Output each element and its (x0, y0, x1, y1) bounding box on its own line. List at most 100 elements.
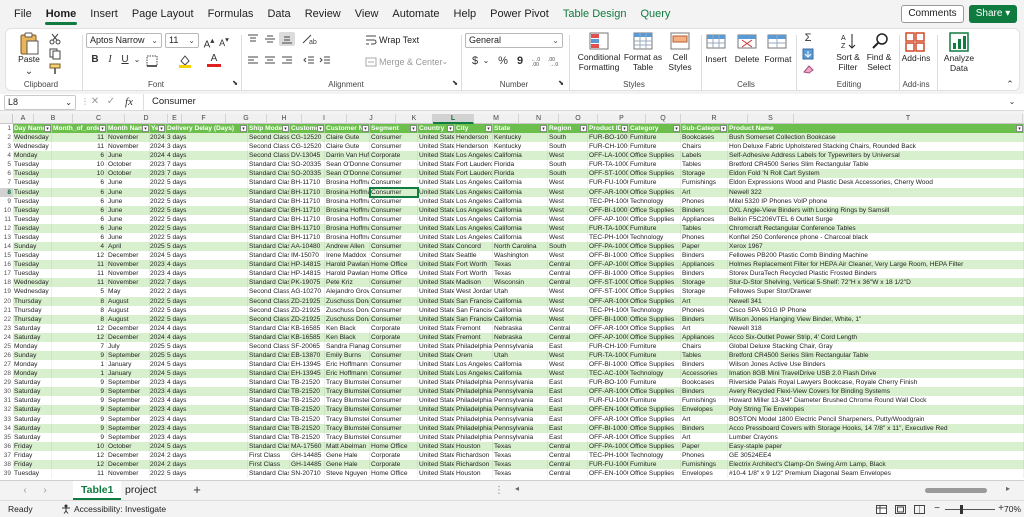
table-cell[interactable]: BH-11710 (290, 214, 325, 224)
table-cell[interactable]: CG-12520 (290, 142, 325, 152)
table-cell[interactable]: 5 days (166, 341, 248, 351)
table-cell[interactable]: TB-21520 (290, 423, 325, 433)
row-header[interactable]: 16 (0, 260, 13, 269)
table-cell[interactable]: 2023 (150, 396, 166, 406)
table-cell[interactable]: Consumer (370, 351, 418, 361)
table-cell[interactable]: 1 (52, 369, 107, 379)
table-cell[interactable]: Pennsylvania (493, 405, 548, 415)
fill-icon[interactable] (802, 48, 814, 60)
table-cell[interactable]: United States (418, 196, 455, 206)
table-cell[interactable]: Standard Class (248, 260, 290, 270)
table-cell[interactable]: Office Supplies (629, 187, 681, 197)
table-cell[interactable]: Office Supplies (629, 323, 681, 333)
table-cell[interactable]: East (548, 405, 588, 415)
align-top-icon[interactable] (247, 34, 259, 44)
table-cell[interactable]: OFF-PA-10000249 (588, 441, 629, 451)
table-cell[interactable]: September (107, 405, 150, 415)
table-cell[interactable]: Tuesday (13, 223, 52, 233)
table-cell[interactable]: 5 days (166, 369, 248, 379)
row-header[interactable]: 7 (0, 178, 13, 187)
table-cell[interactable]: 2022 (150, 223, 166, 233)
table-cell[interactable]: Darrin Van Huff (325, 151, 370, 161)
conditional-formatting-button[interactable]: Conditional Formatting (574, 52, 624, 72)
table-cell[interactable]: KB-16585 (290, 323, 325, 333)
table-cell[interactable]: FUR-FU-10003664 (588, 459, 629, 470)
table-cell[interactable]: AG-10270 (290, 287, 325, 297)
column-filter-header[interactable]: Delivery Delay (Days) (166, 124, 248, 134)
table-cell[interactable]: OFF-ST-10000760 (588, 169, 629, 179)
table-cell[interactable]: South (548, 133, 588, 143)
add-sheet-button[interactable]: + (190, 483, 204, 497)
table-cell[interactable]: Office Supplies (629, 387, 681, 397)
format-cells-icon[interactable] (767, 32, 787, 50)
table-cell[interactable]: 2023 (150, 260, 166, 270)
table-cell[interactable]: Henderson (455, 142, 493, 152)
table-cell[interactable]: OFF-ST-10004186 (588, 278, 629, 288)
menu-data[interactable]: Data (260, 0, 297, 28)
table-cell[interactable]: 2022 (150, 469, 166, 479)
table-cell[interactable]: June (107, 232, 150, 243)
number-format-dropdown[interactable]: General ⌄ (465, 33, 563, 48)
table-cell[interactable]: North Carolina (493, 242, 548, 252)
sort-filter-button[interactable]: Sort & Filter (832, 52, 864, 72)
table-cell[interactable]: July (107, 341, 150, 351)
filter-dropdown-icon[interactable]: ▾ (580, 125, 587, 132)
table-cell[interactable]: Tables (681, 223, 728, 233)
table-cell[interactable]: 9 (52, 414, 107, 424)
horizontal-scrollbar[interactable]: ◂ ▸ (515, 484, 1010, 496)
table-cell[interactable]: August (107, 296, 150, 306)
table-cell[interactable]: Technology (629, 450, 681, 460)
table-cell[interactable]: Brosina Hoffman (325, 178, 370, 188)
table-cell[interactable]: Standard Class (248, 269, 290, 279)
table-cell[interactable]: Standard Class (248, 251, 290, 261)
table-cell[interactable]: 2022 (150, 287, 166, 297)
table-cell[interactable]: Corporate (370, 151, 418, 161)
table-cell[interactable]: OFF-BI-10003910 (588, 205, 629, 215)
column-header-m[interactable]: M (474, 114, 519, 124)
table-cell[interactable]: 2024 (150, 323, 166, 333)
table-cell[interactable]: 4 days (166, 260, 248, 270)
row-header[interactable]: 37 (0, 451, 13, 460)
table-cell[interactable]: Texas (493, 269, 548, 279)
table-cell[interactable]: Consumer (370, 205, 418, 215)
table-cell[interactable]: Office Supplies (629, 151, 681, 161)
table-cell[interactable]: Saturday (13, 414, 52, 424)
table-cell[interactable]: Central (548, 332, 588, 342)
table-cell[interactable]: California (493, 196, 548, 206)
table-cell[interactable]: ZD-21925 (290, 314, 325, 324)
table-cell[interactable]: 5 days (166, 251, 248, 261)
table-cell[interactable]: Texas (493, 441, 548, 451)
table-cell[interactable]: Home Office (370, 260, 418, 270)
table-cell[interactable]: Fort Worth (455, 260, 493, 270)
insert-function-icon[interactable]: fx (121, 95, 137, 109)
table-cell[interactable]: Newell 341 (728, 296, 1024, 306)
table-cell[interactable]: Corporate (370, 332, 418, 342)
worksheet-grid[interactable]: ABCDEFGHIJKLMNOPQRST 1 2 3 4 5 6 7 8 9 10 11 12 13 14… (0, 114, 1024, 480)
table-cell[interactable]: Sean O'Donnell (325, 169, 370, 179)
column-header-o[interactable]: O (559, 114, 598, 124)
table-cell[interactable]: TEC-PH-10004977 (588, 450, 629, 460)
table-cell[interactable]: Standard Class (248, 405, 290, 415)
table-cell[interactable]: Binders (681, 251, 728, 261)
insert-cells-icon[interactable] (706, 32, 726, 50)
find-select-button[interactable]: Find & Select (864, 52, 894, 72)
table-cell[interactable]: Riverside Palais Royal Lawyers Bookcase,… (728, 378, 1024, 388)
table-cell[interactable]: West (548, 178, 588, 188)
table-cell[interactable]: Belkin F5C206VTEL 6 Outlet Surge (728, 214, 1024, 224)
paste-dropdown-icon[interactable]: ⌄ (22, 65, 36, 79)
table-cell[interactable]: West (548, 305, 588, 315)
table-cell[interactable]: FUR-FU-10004848 (588, 396, 629, 406)
table-cell[interactable]: Paper (681, 441, 728, 451)
table-cell[interactable]: United States (418, 459, 455, 470)
table-cell[interactable]: Standard Class (248, 223, 290, 233)
filter-dropdown-icon[interactable]: ▾ (1016, 125, 1023, 132)
table-cell[interactable]: United States (418, 405, 455, 415)
table-cell[interactable]: Tracy Blumstein (325, 405, 370, 415)
table-cell[interactable]: United States (418, 423, 455, 433)
table-cell[interactable]: 11 (52, 469, 107, 479)
row-header[interactable]: 27 (0, 360, 13, 369)
table-cell[interactable]: 9 (52, 351, 107, 361)
table-cell[interactable]: 2024 (150, 332, 166, 342)
font-size-dropdown[interactable]: 11 ⌄ (165, 33, 199, 48)
table-cell[interactable]: Stur-D-Stor Shelving, Vertical 5-Shelf: … (728, 278, 1024, 288)
